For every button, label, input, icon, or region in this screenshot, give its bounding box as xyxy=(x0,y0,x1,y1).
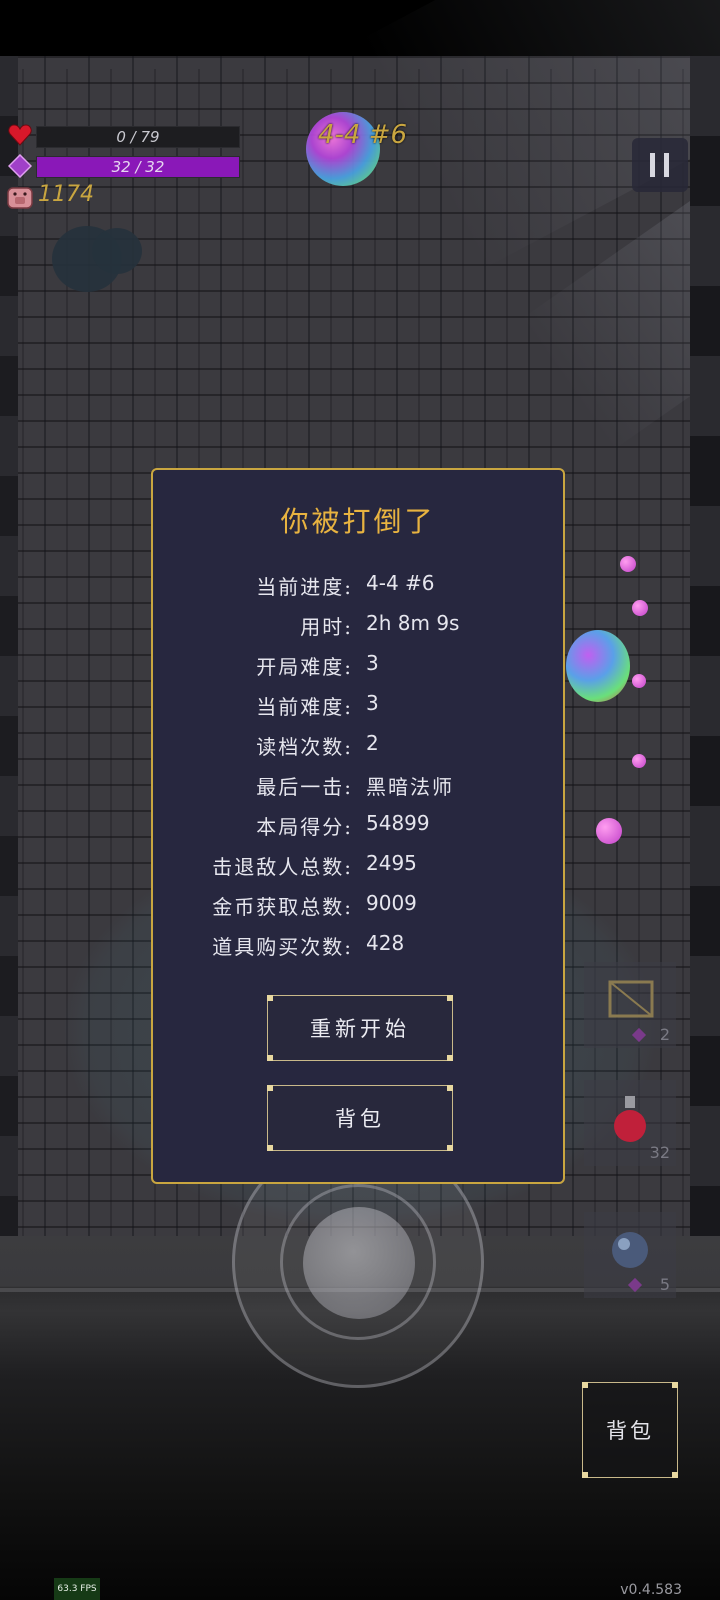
corner-ornament xyxy=(672,1472,678,1478)
left-rock-edge xyxy=(0,56,18,1236)
stat-label: 本局得分: xyxy=(256,815,353,839)
pause-icon xyxy=(650,153,655,177)
defeat-dialog: 你被打倒了 当前进度: 4-4 #6 用时: 2h 8m 9s 开局难度: 3 … xyxy=(151,468,565,1184)
crate-icon xyxy=(608,980,654,1018)
corner-ornament xyxy=(582,1382,588,1388)
potion-icon xyxy=(614,1096,646,1142)
stat-row: 开局难度: 3 xyxy=(153,651,563,681)
corner-ornament xyxy=(447,1145,453,1151)
magic-orb xyxy=(596,818,622,844)
dialog-title: 你被打倒了 xyxy=(280,505,436,538)
item-slot-crate[interactable]: 2 xyxy=(584,962,676,1048)
stat-row: 读档次数: 2 xyxy=(153,731,563,761)
stat-label: 最后一击: xyxy=(256,775,353,799)
right-rock-edge xyxy=(690,56,720,1236)
heart-icon xyxy=(8,124,32,146)
orb-item-icon xyxy=(612,1232,648,1268)
restart-label: 重新开始 xyxy=(310,1017,410,1041)
dialog-bag-button[interactable]: 背包 xyxy=(267,1085,453,1151)
magic-orb xyxy=(632,600,648,616)
mana-gem-icon xyxy=(631,1027,647,1043)
stat-row: 击退敌人总数: 2495 xyxy=(153,851,563,881)
bag-button[interactable]: 背包 xyxy=(582,1382,678,1478)
corner-ornament xyxy=(447,1055,453,1061)
corner-ornament xyxy=(672,1382,678,1388)
magic-orb xyxy=(632,674,646,688)
stat-row: 当前难度: 3 xyxy=(153,691,563,721)
stage-label: 4-4 #6 xyxy=(318,120,408,150)
stat-row: 最后一击: 黑暗法师 xyxy=(153,771,563,801)
stat-row: 用时: 2h 8m 9s xyxy=(153,611,563,641)
pause-icon xyxy=(664,153,669,177)
shadow-enemy xyxy=(92,228,142,274)
stat-value: 3 xyxy=(366,651,379,675)
mana-gem-icon xyxy=(627,1277,643,1293)
bag-label: 背包 xyxy=(606,1419,654,1443)
coin-count: 1174 xyxy=(38,182,94,207)
stat-value: 9009 xyxy=(366,891,417,915)
stat-row: 当前进度: 4-4 #6 xyxy=(153,571,563,601)
corner-ornament xyxy=(267,995,273,1001)
corner-ornament xyxy=(582,1472,588,1478)
pig-icon xyxy=(7,187,33,209)
stat-value: 3 xyxy=(366,691,379,715)
stat-value: 黑暗法师 xyxy=(366,775,454,799)
game-screen: 0 / 79 32 / 32 1174 4-4 #6 2 32 5 你被打倒了 … xyxy=(0,0,720,1600)
corner-ornament xyxy=(267,1085,273,1091)
stat-value: 428 xyxy=(366,931,405,955)
magic-orb xyxy=(632,754,646,768)
hp-text: 0 / 79 xyxy=(116,128,160,146)
stat-label: 道具购买次数: xyxy=(212,935,353,959)
hp-bar: 0 / 79 xyxy=(36,126,240,148)
pause-button[interactable] xyxy=(632,138,688,192)
stat-label: 当前进度: xyxy=(256,575,353,599)
stat-label: 读档次数: xyxy=(256,735,353,759)
stat-label: 开局难度: xyxy=(256,655,353,679)
item-slot-orb[interactable]: 5 xyxy=(584,1212,676,1298)
stat-value: 2 xyxy=(366,731,379,755)
restart-button[interactable]: 重新开始 xyxy=(267,995,453,1061)
stat-value: 54899 xyxy=(366,811,430,835)
stat-row: 金币获取总数: 9009 xyxy=(153,891,563,921)
item-count: 5 xyxy=(659,1275,670,1294)
stat-label: 击退敌人总数: xyxy=(212,855,353,879)
bag-label: 背包 xyxy=(335,1107,385,1131)
corner-ornament xyxy=(447,1085,453,1091)
stat-row: 本局得分: 54899 xyxy=(153,811,563,841)
mp-text: 32 / 32 xyxy=(111,158,165,176)
magic-orb xyxy=(620,556,636,572)
rainbow-orb xyxy=(566,630,630,702)
corner-ornament xyxy=(267,1055,273,1061)
corner-ornament xyxy=(267,1145,273,1151)
joystick-knob[interactable] xyxy=(303,1207,415,1319)
stat-label: 金币获取总数: xyxy=(212,895,353,919)
stat-value: 2495 xyxy=(366,851,417,875)
corner-ornament xyxy=(447,995,453,1001)
item-count: 32 xyxy=(649,1143,670,1162)
stat-value: 2h 8m 9s xyxy=(366,611,460,635)
version-label: v0.4.583 xyxy=(620,1582,682,1598)
mana-gem-icon xyxy=(8,154,32,178)
mp-bar: 32 / 32 xyxy=(36,156,240,178)
item-slot-potion[interactable]: 32 xyxy=(584,1080,676,1166)
stat-label: 当前难度: xyxy=(256,695,353,719)
stat-row: 道具购买次数: 428 xyxy=(153,931,563,961)
item-count: 2 xyxy=(659,1025,670,1044)
fps-counter: 63.3 FPS xyxy=(54,1578,100,1600)
stat-label: 用时: xyxy=(300,615,353,639)
stat-value: 4-4 #6 xyxy=(366,571,435,595)
